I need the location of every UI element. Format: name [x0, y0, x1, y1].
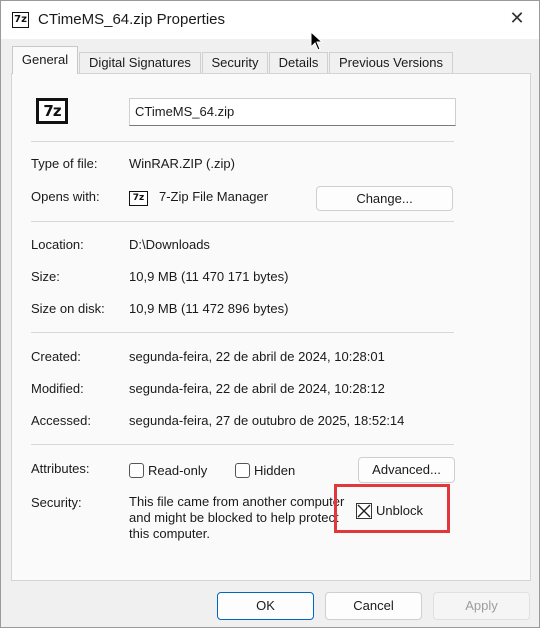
divider [31, 141, 454, 142]
tab-strip: General Digital Signatures Security Deta… [12, 46, 532, 74]
divider [31, 221, 454, 222]
tab-general[interactable]: General [12, 46, 78, 74]
tab-security[interactable]: Security [202, 52, 268, 74]
divider [31, 332, 454, 333]
readonly-checkbox[interactable] [129, 463, 144, 478]
advanced-button[interactable]: Advanced... [358, 457, 455, 483]
close-icon[interactable]: ✕ [507, 9, 527, 29]
size-value: 10,9 MB (11 470 171 bytes) [129, 269, 289, 284]
window-title: CTimeMS_64.zip Properties [38, 11, 226, 28]
7zip-app-icon: 7z [12, 12, 29, 28]
opens-with-value: 7-Zip File Manager [159, 189, 269, 204]
general-panel: 7z CTimeMS_64.zip Type of file: WinRAR.Z… [11, 73, 531, 581]
attributes-label: Attributes: [31, 461, 90, 476]
modified-label: Modified: [31, 381, 84, 396]
security-warning-text: This file came from another computer and… [129, 494, 345, 541]
file-name-field[interactable]: CTimeMS_64.zip [129, 98, 456, 126]
7zip-file-icon: 7z [36, 98, 68, 124]
tab-previous-versions[interactable]: Previous Versions [329, 52, 453, 74]
accessed-value: segunda-feira, 27 de outubro de 2025, 18… [129, 413, 405, 428]
created-label: Created: [31, 349, 81, 364]
modified-value: segunda-feira, 22 de abril de 2024, 10:2… [129, 381, 385, 396]
tab-details[interactable]: Details [269, 52, 328, 74]
divider [31, 444, 454, 445]
size-on-disk-value: 10,9 MB (11 472 896 bytes) [129, 301, 289, 316]
accessed-label: Accessed: [31, 413, 91, 428]
location-value: D:\Downloads [129, 237, 210, 252]
size-on-disk-label: Size on disk: [31, 301, 105, 316]
hidden-label: Hidden [254, 463, 296, 478]
opens-with-label: Opens with: [31, 189, 100, 204]
cancel-button[interactable]: Cancel [325, 592, 422, 620]
type-of-file-label: Type of file: [31, 156, 98, 171]
type-of-file-value: WinRAR.ZIP (.zip) [129, 156, 235, 171]
unblock-highlight-box [334, 484, 450, 533]
tab-digital-signatures[interactable]: Digital Signatures [79, 52, 201, 74]
hidden-checkbox[interactable] [235, 463, 250, 478]
title-bar[interactable]: 7z CTimeMS_64.zip Properties ✕ [1, 1, 539, 39]
ok-button[interactable]: OK [217, 592, 314, 620]
change-button[interactable]: Change... [316, 186, 453, 211]
7zip-manager-icon: 7z [129, 191, 148, 206]
created-value: segunda-feira, 22 de abril de 2024, 10:2… [129, 349, 385, 364]
size-label: Size: [31, 269, 60, 284]
properties-dialog: 7z CTimeMS_64.zip Properties ✕ General D… [0, 0, 540, 628]
readonly-label: Read-only [148, 463, 208, 478]
apply-button[interactable]: Apply [433, 592, 530, 620]
location-label: Location: [31, 237, 84, 252]
security-label: Security: [31, 495, 82, 510]
